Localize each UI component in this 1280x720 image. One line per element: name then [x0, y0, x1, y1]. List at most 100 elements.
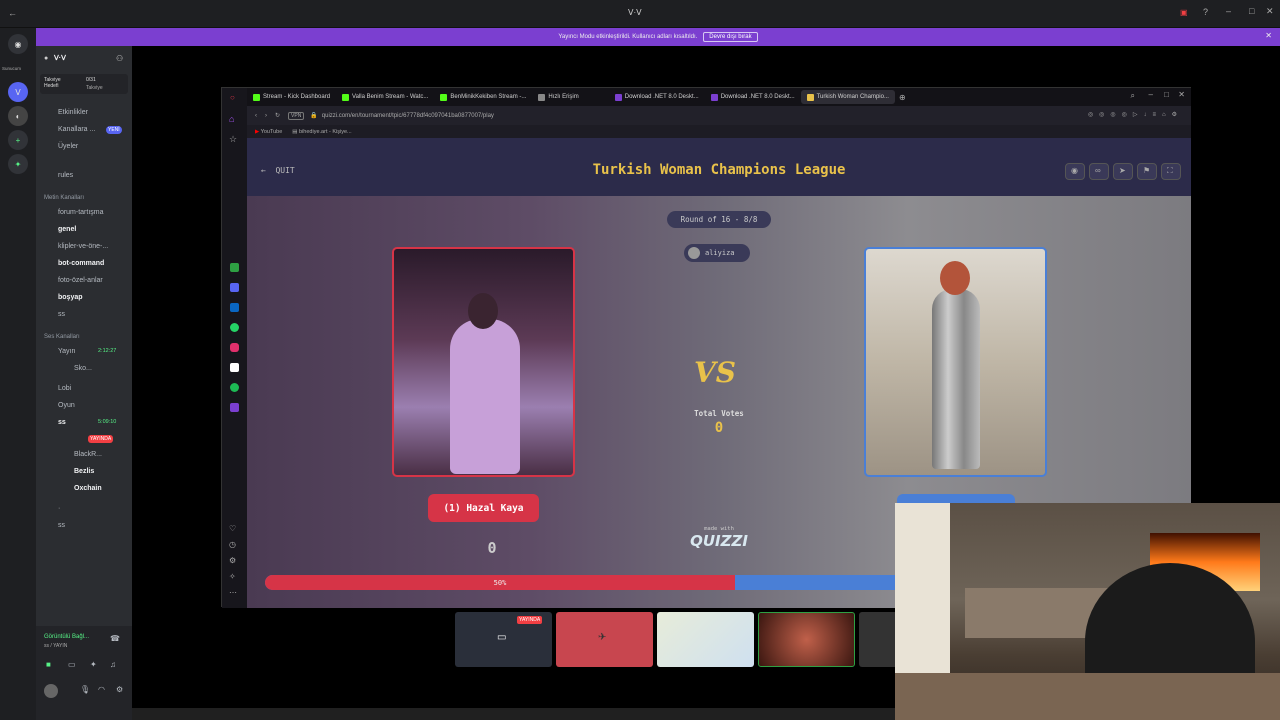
- channels-roles[interactable]: Kanallara ...: [58, 126, 95, 133]
- server-icon-active[interactable]: ᐯ: [8, 82, 28, 102]
- tab-hizli-erisim[interactable]: Hızlı Erişim: [532, 90, 584, 104]
- voice-user-blackr[interactable]: BlackR...: [74, 451, 102, 458]
- headphones-icon[interactable]: ◠: [98, 685, 105, 694]
- channel-genel[interactable]: genel: [58, 226, 76, 233]
- app-icon-4[interactable]: [230, 403, 239, 412]
- right-contestant-image[interactable]: [864, 247, 1047, 477]
- voice-status-title[interactable]: Görüntülü Bağl...: [44, 634, 89, 640]
- voice-user-bezlis[interactable]: Bezlis: [74, 468, 94, 475]
- discord-home-icon[interactable]: ◉: [8, 34, 28, 54]
- left-contestant-image[interactable]: [392, 247, 575, 477]
- tab-benminik-stream[interactable]: BenMinikKekiben Stream -...: [434, 90, 532, 104]
- members-channel[interactable]: Üyeler: [58, 143, 78, 150]
- invite-icon[interactable]: ⚇: [116, 54, 123, 63]
- app-icon-3[interactable]: [230, 303, 239, 312]
- browser-minimize-icon[interactable]: –: [1149, 90, 1153, 99]
- soundboard-icon[interactable]: ♫: [110, 660, 116, 669]
- home-icon[interactable]: ⌂: [229, 114, 234, 124]
- tab-dotnet-1[interactable]: Download .NET 8.0 Deskt...: [609, 90, 705, 104]
- browser-close-icon[interactable]: ✕: [1178, 90, 1185, 99]
- thumb-2[interactable]: ✈: [556, 612, 653, 667]
- channel-bosyap[interactable]: boşyap: [58, 294, 83, 301]
- tab-quizzi-active[interactable]: Turkish Woman Champio...: [800, 90, 895, 104]
- screen-share-icon[interactable]: ▭: [68, 660, 76, 669]
- forward-icon[interactable]: ›: [265, 113, 267, 119]
- minimize-icon[interactable]: –: [1226, 6, 1231, 16]
- camera-icon[interactable]: ■: [46, 660, 51, 669]
- fullscreen-button[interactable]: ⛶: [1161, 163, 1181, 180]
- help-icon[interactable]: ?: [1203, 7, 1208, 17]
- whatsapp-icon[interactable]: [230, 323, 239, 332]
- disconnect-icon[interactable]: ☎: [110, 634, 120, 643]
- app-icon-1[interactable]: [230, 263, 239, 272]
- url-bar[interactable]: ‹ › ↻ VPN 🔒 quizzi.com/en/tournament/tpi…: [247, 106, 1191, 125]
- view-button[interactable]: ◉: [1065, 163, 1085, 180]
- voice-extra-2[interactable]: ss: [58, 522, 65, 529]
- channel-forum[interactable]: forum-tartışma: [58, 209, 104, 216]
- voice-user-sko[interactable]: Sko...: [74, 365, 92, 372]
- settings-icon[interactable]: ⚙: [116, 685, 123, 694]
- mic-icon[interactable]: 🎙: [80, 685, 90, 694]
- channel-klipler[interactable]: klipler-ve-öne-...: [58, 243, 108, 250]
- channel-foto[interactable]: foto-özel-anlar: [58, 277, 103, 284]
- voice-lobi[interactable]: Lobi: [58, 385, 71, 392]
- link-button[interactable]: ∞: [1089, 163, 1109, 180]
- boost-goal[interactable]: Takviye Hedefi 0/31 Takviye: [40, 74, 128, 94]
- instagram-icon[interactable]: [230, 343, 239, 352]
- thumb-3[interactable]: [657, 612, 754, 667]
- server-icon-2[interactable]: ◐: [8, 106, 28, 126]
- new-tab-icon[interactable]: ⊕: [899, 93, 906, 102]
- thumb-5[interactable]: [859, 612, 900, 667]
- share-button[interactable]: ➤: [1113, 163, 1133, 180]
- banner-close-icon[interactable]: ✕: [1265, 31, 1272, 40]
- back-arrow-icon[interactable]: ←: [8, 8, 17, 18]
- tab-dotnet-2[interactable]: Download .NET 8.0 Deskt...: [705, 90, 801, 104]
- tab-valla-stream[interactable]: Valla Benim Stream - Watc...: [336, 90, 434, 104]
- voice-category[interactable]: Ses Kanalları: [44, 334, 80, 340]
- heart-icon[interactable]: ♡: [229, 524, 236, 533]
- opera-logo-icon[interactable]: ○: [230, 93, 235, 102]
- avatar[interactable]: [44, 684, 58, 698]
- voice-oyun[interactable]: Oyun: [58, 402, 75, 409]
- pin-icon[interactable]: ☆: [229, 134, 237, 145]
- thumb-1[interactable]: YAYINDA ▭: [455, 612, 552, 667]
- disable-streamer-mode-button[interactable]: Devre dışı bırak: [703, 32, 758, 42]
- tab-kick-dashboard[interactable]: Stream - Kick Dashboard: [247, 90, 336, 104]
- browser-settings-icon[interactable]: ⚙: [229, 556, 236, 565]
- activity-icon[interactable]: ✦: [90, 660, 97, 669]
- explore-icon[interactable]: ✦: [8, 154, 28, 174]
- url-text[interactable]: quizzi.com/en/tournament/tpic/67778df4c0…: [322, 113, 494, 119]
- extensions-icons[interactable]: ◎◎◎◎▷↓≡⌂⚙: [1088, 111, 1183, 118]
- server-name[interactable]: ᐯ·ᐯ: [54, 54, 66, 62]
- server-dropdown-icon[interactable]: ●: [44, 55, 48, 62]
- bookmark-bihediye[interactable]: ▤ bihediye.art - Kişiye...: [292, 129, 351, 135]
- voice-yayin[interactable]: Yayın: [58, 348, 75, 355]
- inbox-icon[interactable]: ▣: [1180, 8, 1188, 17]
- voice-user-oxchain[interactable]: Oxchain: [74, 485, 102, 492]
- close-icon[interactable]: ✕: [1266, 6, 1274, 17]
- made-with-badge[interactable]: made with QUIZZI: [684, 526, 754, 550]
- bookmark-youtube[interactable]: ▶ YouTube: [255, 129, 282, 135]
- left-vote-button[interactable]: (1) Hazal Kaya: [428, 494, 539, 522]
- events-channel[interactable]: Etkinlikler: [58, 109, 88, 116]
- channel-ss[interactable]: ss: [58, 311, 65, 318]
- maximize-icon[interactable]: □: [1249, 6, 1254, 16]
- spotify-icon[interactable]: [230, 383, 239, 392]
- rules-channel[interactable]: rules: [58, 172, 73, 179]
- add-server-icon[interactable]: +: [8, 130, 28, 150]
- voice-ss[interactable]: ss: [58, 419, 66, 426]
- thumb-4[interactable]: [758, 612, 855, 667]
- more-icon[interactable]: ⋯: [229, 588, 237, 597]
- vpn-badge[interactable]: VPN: [288, 111, 305, 120]
- creator-chip[interactable]: aliyiza: [684, 244, 750, 262]
- history-icon[interactable]: ◷: [229, 540, 236, 549]
- channel-bot-command[interactable]: bot-command: [58, 260, 104, 267]
- reload-icon[interactable]: ↻: [275, 112, 280, 119]
- report-button[interactable]: ⚑: [1137, 163, 1157, 180]
- x-icon[interactable]: [230, 363, 239, 372]
- text-category[interactable]: Metin Kanalları: [44, 195, 84, 201]
- tab-search-icon[interactable]: ⌕: [1131, 91, 1135, 101]
- app-icon-2[interactable]: [230, 283, 239, 292]
- back-icon[interactable]: ‹: [255, 113, 257, 119]
- browser-maximize-icon[interactable]: □: [1164, 90, 1169, 99]
